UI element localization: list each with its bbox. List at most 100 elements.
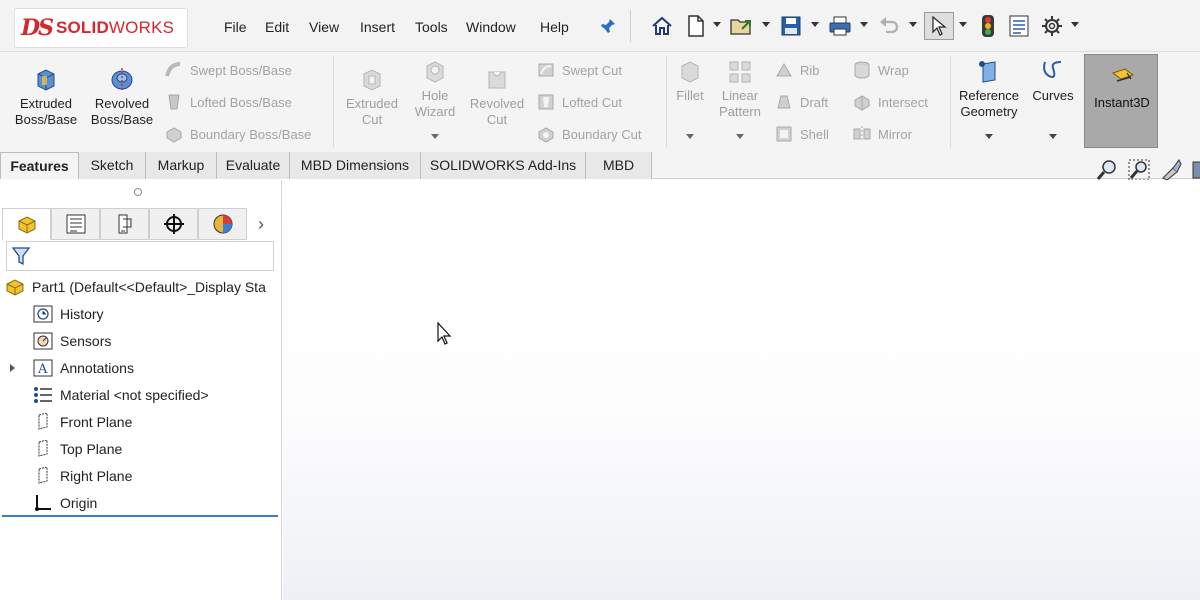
hole-wizard-dropdown-icon[interactable] xyxy=(431,134,439,139)
tab-solidworks-add-ins[interactable]: SOLIDWORKS Add-Ins xyxy=(421,152,586,179)
tree-item-sensors[interactable]: Sensors xyxy=(32,331,111,351)
new-document-icon[interactable] xyxy=(684,14,708,38)
select-dropdown-icon[interactable] xyxy=(959,22,967,27)
file-properties-icon[interactable] xyxy=(1007,14,1031,38)
zoom-to-area-icon[interactable] xyxy=(1127,158,1151,182)
tree-item-annotations[interactable]: A Annotations xyxy=(32,358,134,378)
featuremanager-tab[interactable] xyxy=(2,208,51,240)
hole-wizard-button[interactable]: Hole Wizard xyxy=(406,58,464,120)
reference-geometry-button[interactable]: Reference Geometry xyxy=(954,58,1024,120)
menu-file[interactable]: File xyxy=(224,19,247,35)
linear-pattern-dropdown-icon[interactable] xyxy=(736,134,744,139)
open-dropdown-icon[interactable] xyxy=(762,22,770,27)
tab-mbd[interactable]: MBD xyxy=(586,152,652,179)
undo-dropdown-icon[interactable] xyxy=(909,22,917,27)
rib-button[interactable]: Rib xyxy=(774,60,820,80)
mirror-button[interactable]: Mirror xyxy=(852,124,912,144)
linear-pattern-button[interactable]: Linear Pattern xyxy=(712,58,768,120)
tab-markup[interactable]: Markup xyxy=(146,152,217,179)
zoom-to-fit-icon[interactable] xyxy=(1095,158,1119,182)
ds-logo-mark: DS xyxy=(21,15,54,41)
shell-button[interactable]: Shell xyxy=(774,124,829,144)
configurationmanager-icon xyxy=(118,214,131,234)
section-view-icon[interactable] xyxy=(1191,158,1200,182)
tree-item-top-plane[interactable]: Top Plane xyxy=(32,439,122,459)
lofted-boss-button[interactable]: Lofted Boss/Base xyxy=(164,92,292,112)
instant3d-button[interactable]: Instant3D xyxy=(1084,54,1158,148)
swept-cut-icon xyxy=(538,63,554,77)
options-icon[interactable] xyxy=(1040,14,1064,38)
revolved-cut-label: Revolved Cut xyxy=(469,96,525,127)
tab-features[interactable]: Features xyxy=(0,152,79,179)
panel-grip-handle[interactable] xyxy=(134,188,142,196)
select-icon[interactable] xyxy=(924,12,954,40)
tree-item-front-plane[interactable]: Front Plane xyxy=(32,412,132,432)
swept-boss-button[interactable]: Swept Boss/Base xyxy=(164,60,292,80)
menu-edit[interactable]: Edit xyxy=(265,19,289,35)
tree-item-material[interactable]: Material <not specified> xyxy=(32,385,209,405)
lofted-boss-label: Lofted Boss/Base xyxy=(190,94,292,110)
tree-item-history[interactable]: History xyxy=(32,304,104,324)
curves-dropdown-icon[interactable] xyxy=(1049,134,1057,139)
wrap-icon xyxy=(854,61,870,79)
rollback-bar[interactable] xyxy=(2,515,278,517)
part-name-label: Part1 (Default<<Default>_Display Sta xyxy=(32,279,266,295)
feature-tree-filter[interactable] xyxy=(6,241,274,271)
rebuild-icon[interactable] xyxy=(976,14,1000,38)
heads-up-view-toolbar xyxy=(1095,158,1200,182)
propertymanager-tab[interactable] xyxy=(51,208,100,240)
tab-mbd-dimensions[interactable]: MBD Dimensions xyxy=(290,152,421,179)
undo-icon[interactable] xyxy=(877,14,901,38)
menu-help[interactable]: Help xyxy=(540,19,569,35)
draft-button[interactable]: Draft xyxy=(774,92,828,112)
lofted-cut-icon xyxy=(538,94,554,110)
save-icon[interactable] xyxy=(779,14,803,38)
dimxpertmanager-tab[interactable] xyxy=(149,208,198,240)
fillet-button[interactable]: Fillet xyxy=(670,58,710,104)
home-icon[interactable] xyxy=(650,14,674,38)
configurationmanager-tab[interactable] xyxy=(100,208,149,240)
menu-tools[interactable]: Tools xyxy=(415,19,448,35)
tree-item-label: Front Plane xyxy=(60,414,133,430)
svg-text:A: A xyxy=(37,362,48,377)
tree-item-label: Origin xyxy=(60,495,98,511)
curves-icon xyxy=(1043,61,1062,78)
lofted-cut-button[interactable]: Lofted Cut xyxy=(536,92,622,112)
wrap-button[interactable]: Wrap xyxy=(852,60,909,80)
save-dropdown-icon[interactable] xyxy=(811,22,819,27)
new-dropdown-icon[interactable] xyxy=(713,22,721,27)
pin-icon[interactable] xyxy=(600,18,616,39)
tab-evaluate[interactable]: Evaluate xyxy=(217,152,290,179)
print-dropdown-icon[interactable] xyxy=(860,22,868,27)
solidworks-logo[interactable]: DS SOLIDWORKS xyxy=(14,8,188,48)
menu-insert[interactable]: Insert xyxy=(360,19,395,35)
tab-sketch[interactable]: Sketch xyxy=(79,152,146,179)
tree-item-right-plane[interactable]: Right Plane xyxy=(32,466,132,486)
graphics-area[interactable] xyxy=(283,180,1200,600)
curves-button[interactable]: Curves xyxy=(1028,58,1078,104)
intersect-button[interactable]: Intersect xyxy=(852,92,928,112)
revolved-boss-button[interactable]: Revolved Boss/Base xyxy=(86,66,158,128)
fillet-dropdown-icon[interactable] xyxy=(686,134,694,139)
menu-window[interactable]: Window xyxy=(466,19,516,35)
displaymanager-tab[interactable] xyxy=(198,208,247,240)
fillet-label: Fillet xyxy=(676,88,704,103)
print-icon[interactable] xyxy=(828,14,852,38)
reference-geometry-dropdown-icon[interactable] xyxy=(985,134,993,139)
swept-cut-button[interactable]: Swept Cut xyxy=(536,60,622,80)
boundary-cut-button[interactable]: Boundary Cut xyxy=(536,124,642,144)
chevron-right-icon[interactable]: › xyxy=(258,214,264,235)
menu-view[interactable]: View xyxy=(309,19,339,35)
options-dropdown-icon[interactable] xyxy=(1071,22,1079,27)
extruded-boss-button[interactable]: Extruded Boss/Base xyxy=(10,66,82,128)
expand-annotations-icon[interactable] xyxy=(10,364,15,372)
tree-part-root[interactable]: Part1 (Default<<Default>_Display Sta xyxy=(4,277,266,297)
tree-item-origin[interactable]: Origin xyxy=(32,493,97,513)
open-icon[interactable] xyxy=(730,14,754,38)
tree-item-label: Top Plane xyxy=(60,441,123,457)
revolved-cut-button[interactable]: Revolved Cut xyxy=(464,66,530,128)
previous-view-icon[interactable] xyxy=(1159,158,1183,182)
boundary-boss-button[interactable]: Boundary Boss/Base xyxy=(164,124,311,144)
extruded-cut-button[interactable]: Extruded Cut xyxy=(338,66,406,128)
toolbar-separator xyxy=(630,10,631,42)
